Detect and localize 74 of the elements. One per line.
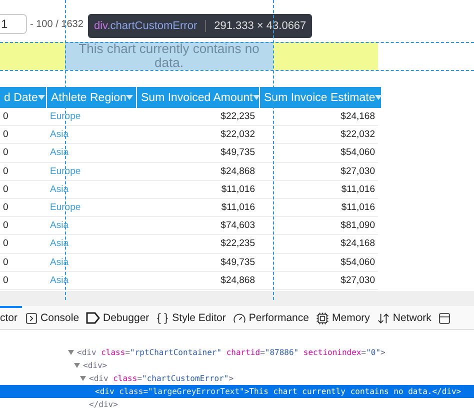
table-cell-text: 0 (2, 184, 10, 195)
table-cell-text: $22,032 (340, 129, 376, 140)
table-cell-text: $49,735 (220, 256, 256, 268)
table-cell-text: $74,603 (220, 220, 256, 232)
expand-triangle-icon[interactable] (80, 376, 86, 381)
table-cell-text: $49,735 (220, 147, 256, 158)
column-header[interactable]: d Date (0, 87, 46, 108)
region-link[interactable]: Europe (47, 111, 136, 122)
table-cell-text: $11,016 (220, 184, 256, 195)
tooltip-selector: div.chartCustomError (94, 20, 198, 32)
table-cell-text: 0 (2, 220, 10, 232)
expand-triangle-icon[interactable] (68, 350, 74, 355)
column-header[interactable]: Sum Invoice Estimate (260, 87, 381, 108)
region-link[interactable]: Asia (47, 147, 136, 158)
page-range: - 100 / 1632 (30, 18, 84, 30)
table-cell-text: 0 (2, 111, 10, 122)
expand-triangle-icon[interactable] (74, 362, 80, 368)
caret-icon (38, 95, 45, 100)
markup-line[interactable]: <div class="chartCustomError"> (0, 372, 474, 385)
page-input[interactable]: 1 (0, 14, 27, 34)
region-link[interactable]: Asia (47, 238, 136, 250)
table-cell-text: $27,030 (340, 166, 376, 177)
region-link[interactable]: Asia (47, 129, 136, 140)
column-header[interactable]: Athlete Region (47, 87, 136, 108)
table-cell-text: $27,030 (340, 274, 376, 286)
table-cell-text: $24,868 (220, 274, 256, 286)
devtools-tab[interactable]: ctor (0, 306, 22, 329)
chip-icon (316, 312, 329, 325)
tag-icon (86, 312, 100, 324)
region-link[interactable]: Asia (47, 184, 136, 195)
arrows-icon (376, 312, 390, 325)
panel-icon (438, 312, 452, 325)
column-header[interactable]: Sum Invoiced Amount (137, 87, 259, 108)
region-link[interactable]: Europe (47, 202, 136, 214)
devtools-tab[interactable]: Console (22, 306, 84, 329)
region-link[interactable]: Asia (47, 256, 136, 268)
table-cell-text: $81,090 (340, 220, 376, 232)
table-cell-text: $24,168 (340, 111, 376, 122)
console-icon (24, 312, 38, 325)
table-cell-text: $54,060 (340, 147, 376, 158)
table-cell-text: 0 (2, 129, 10, 140)
devtools-tab[interactable]: Style Editor (153, 306, 230, 329)
table-cell-text: $22,235 (220, 111, 256, 122)
region-link[interactable]: Europe (47, 166, 136, 177)
table-cell-text: 0 (2, 256, 10, 268)
markup-line[interactable]: <div class="rptChartContainer" chartid="87886" sectionindex="0"> (0, 346, 474, 359)
region-link[interactable]: Asia (47, 220, 136, 232)
table-cell-text: $54,060 (340, 256, 376, 268)
table-cell-text: $11,016 (340, 202, 376, 214)
table-cell-text: $24,168 (340, 238, 376, 250)
markup-line[interactable]: </div> (0, 398, 474, 411)
table-cell-text: $11,016 (220, 202, 256, 214)
devtools-tab[interactable]: Memory (312, 306, 374, 329)
table-cell-text: $22,235 (220, 238, 256, 250)
table-cell-text: 0 (2, 147, 10, 158)
table-cell-text: $11,016 (340, 184, 376, 195)
markup-line[interactable]: <div> (0, 358, 474, 372)
tooltip-size: 291.333 × 43.0667 (205, 20, 306, 32)
table-cell-text: 0 (2, 202, 10, 214)
table-cell-text: 0 (2, 274, 10, 286)
table-cell-text: $24,868 (220, 166, 256, 177)
devtools-tab[interactable]: Network (374, 306, 436, 329)
table-cell-text: 0 (2, 238, 10, 250)
table-cell-text: $22,032 (220, 129, 256, 140)
table-cell-text: 0 (2, 166, 10, 177)
caret-icon (375, 95, 382, 100)
caret-icon (126, 95, 134, 100)
region-link[interactable]: Asia (47, 274, 136, 286)
braces-icon (156, 312, 170, 325)
caret-icon (252, 95, 260, 100)
devtools-tab[interactable]: Debugger (83, 306, 154, 329)
chart-error-text: This chart currently contains no data. (65, 42, 273, 70)
gauge-icon (232, 312, 246, 325)
devtools-tab[interactable]: Performance (230, 306, 313, 329)
